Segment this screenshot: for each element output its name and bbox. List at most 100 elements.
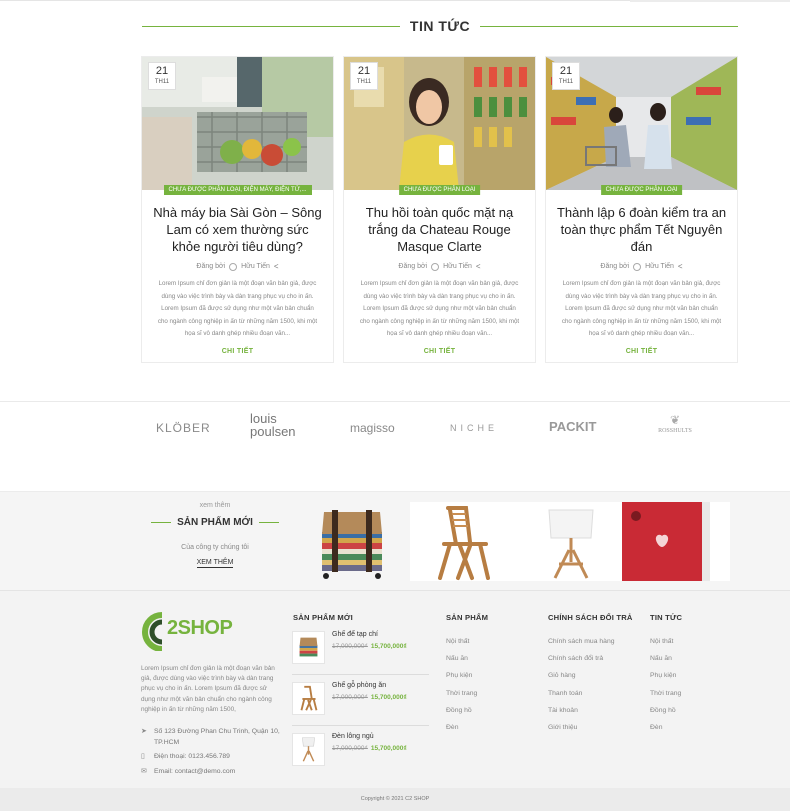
footer-link[interactable]: Nấu ăn xyxy=(650,650,681,667)
footer-product-item[interactable]: Đèn lông ngủ 17,000,000₫ 15,700,000₫ xyxy=(292,732,429,777)
news-card[interactable]: 21 TH11 CHƯA ĐƯỢC PHÂN LOẠI, ĐIỆN MÁY, Đ… xyxy=(141,56,334,363)
product-image-magazine-stool[interactable] xyxy=(302,502,410,581)
new-products-intro: xem thêm SẢN PHẨM MỚI Của công ty chúng … xyxy=(145,492,285,591)
author-avatar-icon xyxy=(229,262,238,271)
address-text: Số 123 Đường Phan Chu Trinh, Quận 10, TP… xyxy=(154,728,280,746)
footer-product-name[interactable]: Ghế gỗ phòng ăn xyxy=(332,682,407,689)
brand-logo-louis-poulsen[interactable]: louis poulsen xyxy=(250,412,296,438)
posted-by-label: Đăng bởi xyxy=(398,263,428,270)
author-name[interactable]: Hữu Tiến xyxy=(443,263,472,270)
c2shop-logo[interactable]: 2SHOP xyxy=(140,611,270,652)
footer-link[interactable]: Chính sách mua hàng xyxy=(548,633,615,650)
post-meta: Đăng bởi Hữu Tiến < xyxy=(546,262,737,271)
author-avatar-icon xyxy=(633,262,642,271)
news-image-woman-shopping[interactable]: 21 TH11 xyxy=(344,57,535,190)
footer-link[interactable]: Thời trang xyxy=(650,685,681,702)
news-grid: 21 TH11 CHƯA ĐƯỢC PHÂN LOẠI, ĐIỆN MÁY, Đ… xyxy=(141,56,738,363)
posted-by-label: Đăng bởi xyxy=(600,263,630,270)
share-icon[interactable]: < xyxy=(274,262,279,271)
category-tag[interactable]: CHƯA ĐƯỢC PHÂN LOẠI xyxy=(398,185,481,195)
leaf-icon: ❦ xyxy=(669,413,681,427)
news-title[interactable]: Nhà máy bia Sài Gòn – Sông Lam có xem th… xyxy=(142,204,333,256)
footer-policy-title: CHÍNH SÁCH ĐỔI TRẢ xyxy=(548,613,633,622)
footer-link[interactable]: Nội thất xyxy=(650,633,681,650)
footer-news-links: Nội thất Nấu ăn Phụ kiện Thời trang Đồng… xyxy=(650,633,681,736)
location-icon: ➤ xyxy=(141,728,147,735)
news-image-aisle-cart[interactable]: 21 TH11 xyxy=(546,57,737,190)
footer-new-products-title: SẢN PHẨM MỚI xyxy=(293,613,353,622)
author-name[interactable]: Hữu Tiến xyxy=(241,263,270,270)
footer-product-price: 17,000,000₫ 15,700,000₫ xyxy=(332,643,407,650)
brand-logo-packit[interactable]: PACKIT xyxy=(549,419,596,434)
copyright-bar: Copyright © 2021 C2 SHOP xyxy=(0,788,790,811)
posted-by-label: Đăng bởi xyxy=(196,263,226,270)
footer-product-price: 17,000,000₫ 15,700,000₫ xyxy=(332,745,407,752)
share-icon[interactable]: < xyxy=(678,262,683,271)
footer-link[interactable]: Thanh toán xyxy=(548,685,615,702)
footer-link[interactable]: Nấu ăn xyxy=(446,650,477,667)
view-more-link[interactable]: XEM THÊM xyxy=(196,559,234,568)
brand-logo-rosshults[interactable]: ❦ ROSSHULTS xyxy=(655,413,695,434)
footer-link[interactable]: Đèn xyxy=(650,719,681,736)
brand-logos-strip: KLÖBER louis poulsen magisso NICHE PACKI… xyxy=(0,401,790,471)
category-tag[interactable]: CHƯA ĐƯỢC PHÂN LOẠI xyxy=(600,185,683,195)
title-line-right xyxy=(480,25,738,27)
read-more-link[interactable]: CHI TIẾT xyxy=(142,348,333,355)
email-text[interactable]: Email: contact@demo.com xyxy=(154,767,235,778)
phone-icon: ▯ xyxy=(141,753,145,760)
footer-link[interactable]: Tài khoản xyxy=(548,702,615,719)
footer-product-item[interactable]: Ghế gỗ phòng ăn 17,000,000₫ 15,700,000₫ xyxy=(292,681,429,726)
footer-link[interactable]: Nội thất xyxy=(446,633,477,650)
footer-contact: ➤ Số 123 Đường Phan Chu Trinh, Quận 10, T… xyxy=(141,727,286,781)
footer-product-name[interactable]: Đèn lông ngủ xyxy=(332,733,407,740)
footer-link[interactable]: Giỏ hàng xyxy=(548,667,615,684)
brand-logo-niche[interactable]: NICHE xyxy=(450,423,498,433)
product-image-wooden-chair[interactable] xyxy=(410,502,518,581)
footer-link[interactable]: Chính sách đổi trả xyxy=(548,650,615,667)
footer-link[interactable]: Đồng hồ xyxy=(446,702,477,719)
product-image-table-lamp[interactable] xyxy=(517,502,625,581)
new-products-subtitle: xem thêm xyxy=(199,502,231,509)
news-title[interactable]: Thu hồi toàn quốc mặt nạ trắng da Chatea… xyxy=(344,204,535,256)
product-thumb-table-lamp[interactable] xyxy=(292,733,325,766)
post-meta: Đăng bởi Hữu Tiến < xyxy=(344,262,535,271)
footer-link[interactable]: Giới thiệu xyxy=(548,719,615,736)
product-thumb-magazine-stool[interactable] xyxy=(292,631,325,664)
brand-logo-magisso[interactable]: magisso xyxy=(350,421,395,435)
footer-link[interactable]: Đồng hồ xyxy=(650,702,681,719)
news-excerpt: Lorem Ipsum chỉ đơn giản là một đoạn văn… xyxy=(561,280,722,336)
product-thumb-wooden-chair[interactable] xyxy=(292,682,325,715)
read-more-link[interactable]: CHI TIẾT xyxy=(344,348,535,355)
footer-products-links: Nội thất Nấu ăn Phụ kiện Thời trang Đồng… xyxy=(446,633,477,736)
brand-logo-kloeber[interactable]: KLÖBER xyxy=(156,421,211,435)
news-card[interactable]: 21 TH11 CHƯA ĐƯỢC PHÂN LOẠI Thu hồi toàn… xyxy=(343,56,536,363)
product-image-red-phone[interactable] xyxy=(622,502,730,581)
footer-product-price: 17,000,000₫ 15,700,000₫ xyxy=(332,694,407,701)
date-badge: 21 TH11 xyxy=(350,62,378,90)
date-badge: 21 TH11 xyxy=(148,62,176,90)
footer-link[interactable]: Phụ kiện xyxy=(650,667,681,684)
footer-link[interactable]: Thời trang xyxy=(446,685,477,702)
read-more-link[interactable]: CHI TIẾT xyxy=(546,348,737,355)
news-image-supermarket-cart[interactable]: 21 TH11 xyxy=(142,57,333,190)
footer-policy-links: Chính sách mua hàng Chính sách đổi trả G… xyxy=(548,633,615,736)
news-excerpt: Lorem Ipsum chỉ đơn giản là một đoạn văn… xyxy=(359,280,520,336)
new-products-title: SẢN PHẨM MỚI xyxy=(177,517,253,528)
email-icon: ✉ xyxy=(141,767,147,775)
phone-text[interactable]: Điện thoại: 0123.456.789 xyxy=(154,752,230,763)
category-tag[interactable]: CHƯA ĐƯỢC PHÂN LOẠI, ĐIỆN MÁY, ĐIỆN TỬ,.… xyxy=(163,185,312,195)
date-badge: 21 TH11 xyxy=(552,62,580,90)
author-name[interactable]: Hữu Tiến xyxy=(645,263,674,270)
footer-link[interactable]: Đèn xyxy=(446,719,477,736)
footer-about: Lorem Ipsum chỉ đơn giản là một đoạn văn… xyxy=(141,665,275,713)
footer-product-name[interactable]: Ghế để tạp chí xyxy=(332,631,407,638)
news-card[interactable]: 21 TH11 CHƯA ĐƯỢC PHÂN LOẠI Thành lập 6 … xyxy=(545,56,738,363)
title-line-left xyxy=(142,25,400,27)
new-products-description: Của công ty chúng tôi xyxy=(181,544,249,551)
site-footer: 2SHOP Lorem Ipsum chỉ đơn giản là một đo… xyxy=(0,590,790,788)
news-title[interactable]: Thành lập 6 đoàn kiểm tra an toàn thực p… xyxy=(546,204,737,256)
share-icon[interactable]: < xyxy=(476,262,481,271)
footer-products-title: SẢN PHẨM xyxy=(446,613,489,622)
footer-link[interactable]: Phụ kiện xyxy=(446,667,477,684)
footer-product-item[interactable]: Ghế để tạp chí 17,000,000₫ 15,700,000₫ xyxy=(292,630,429,675)
